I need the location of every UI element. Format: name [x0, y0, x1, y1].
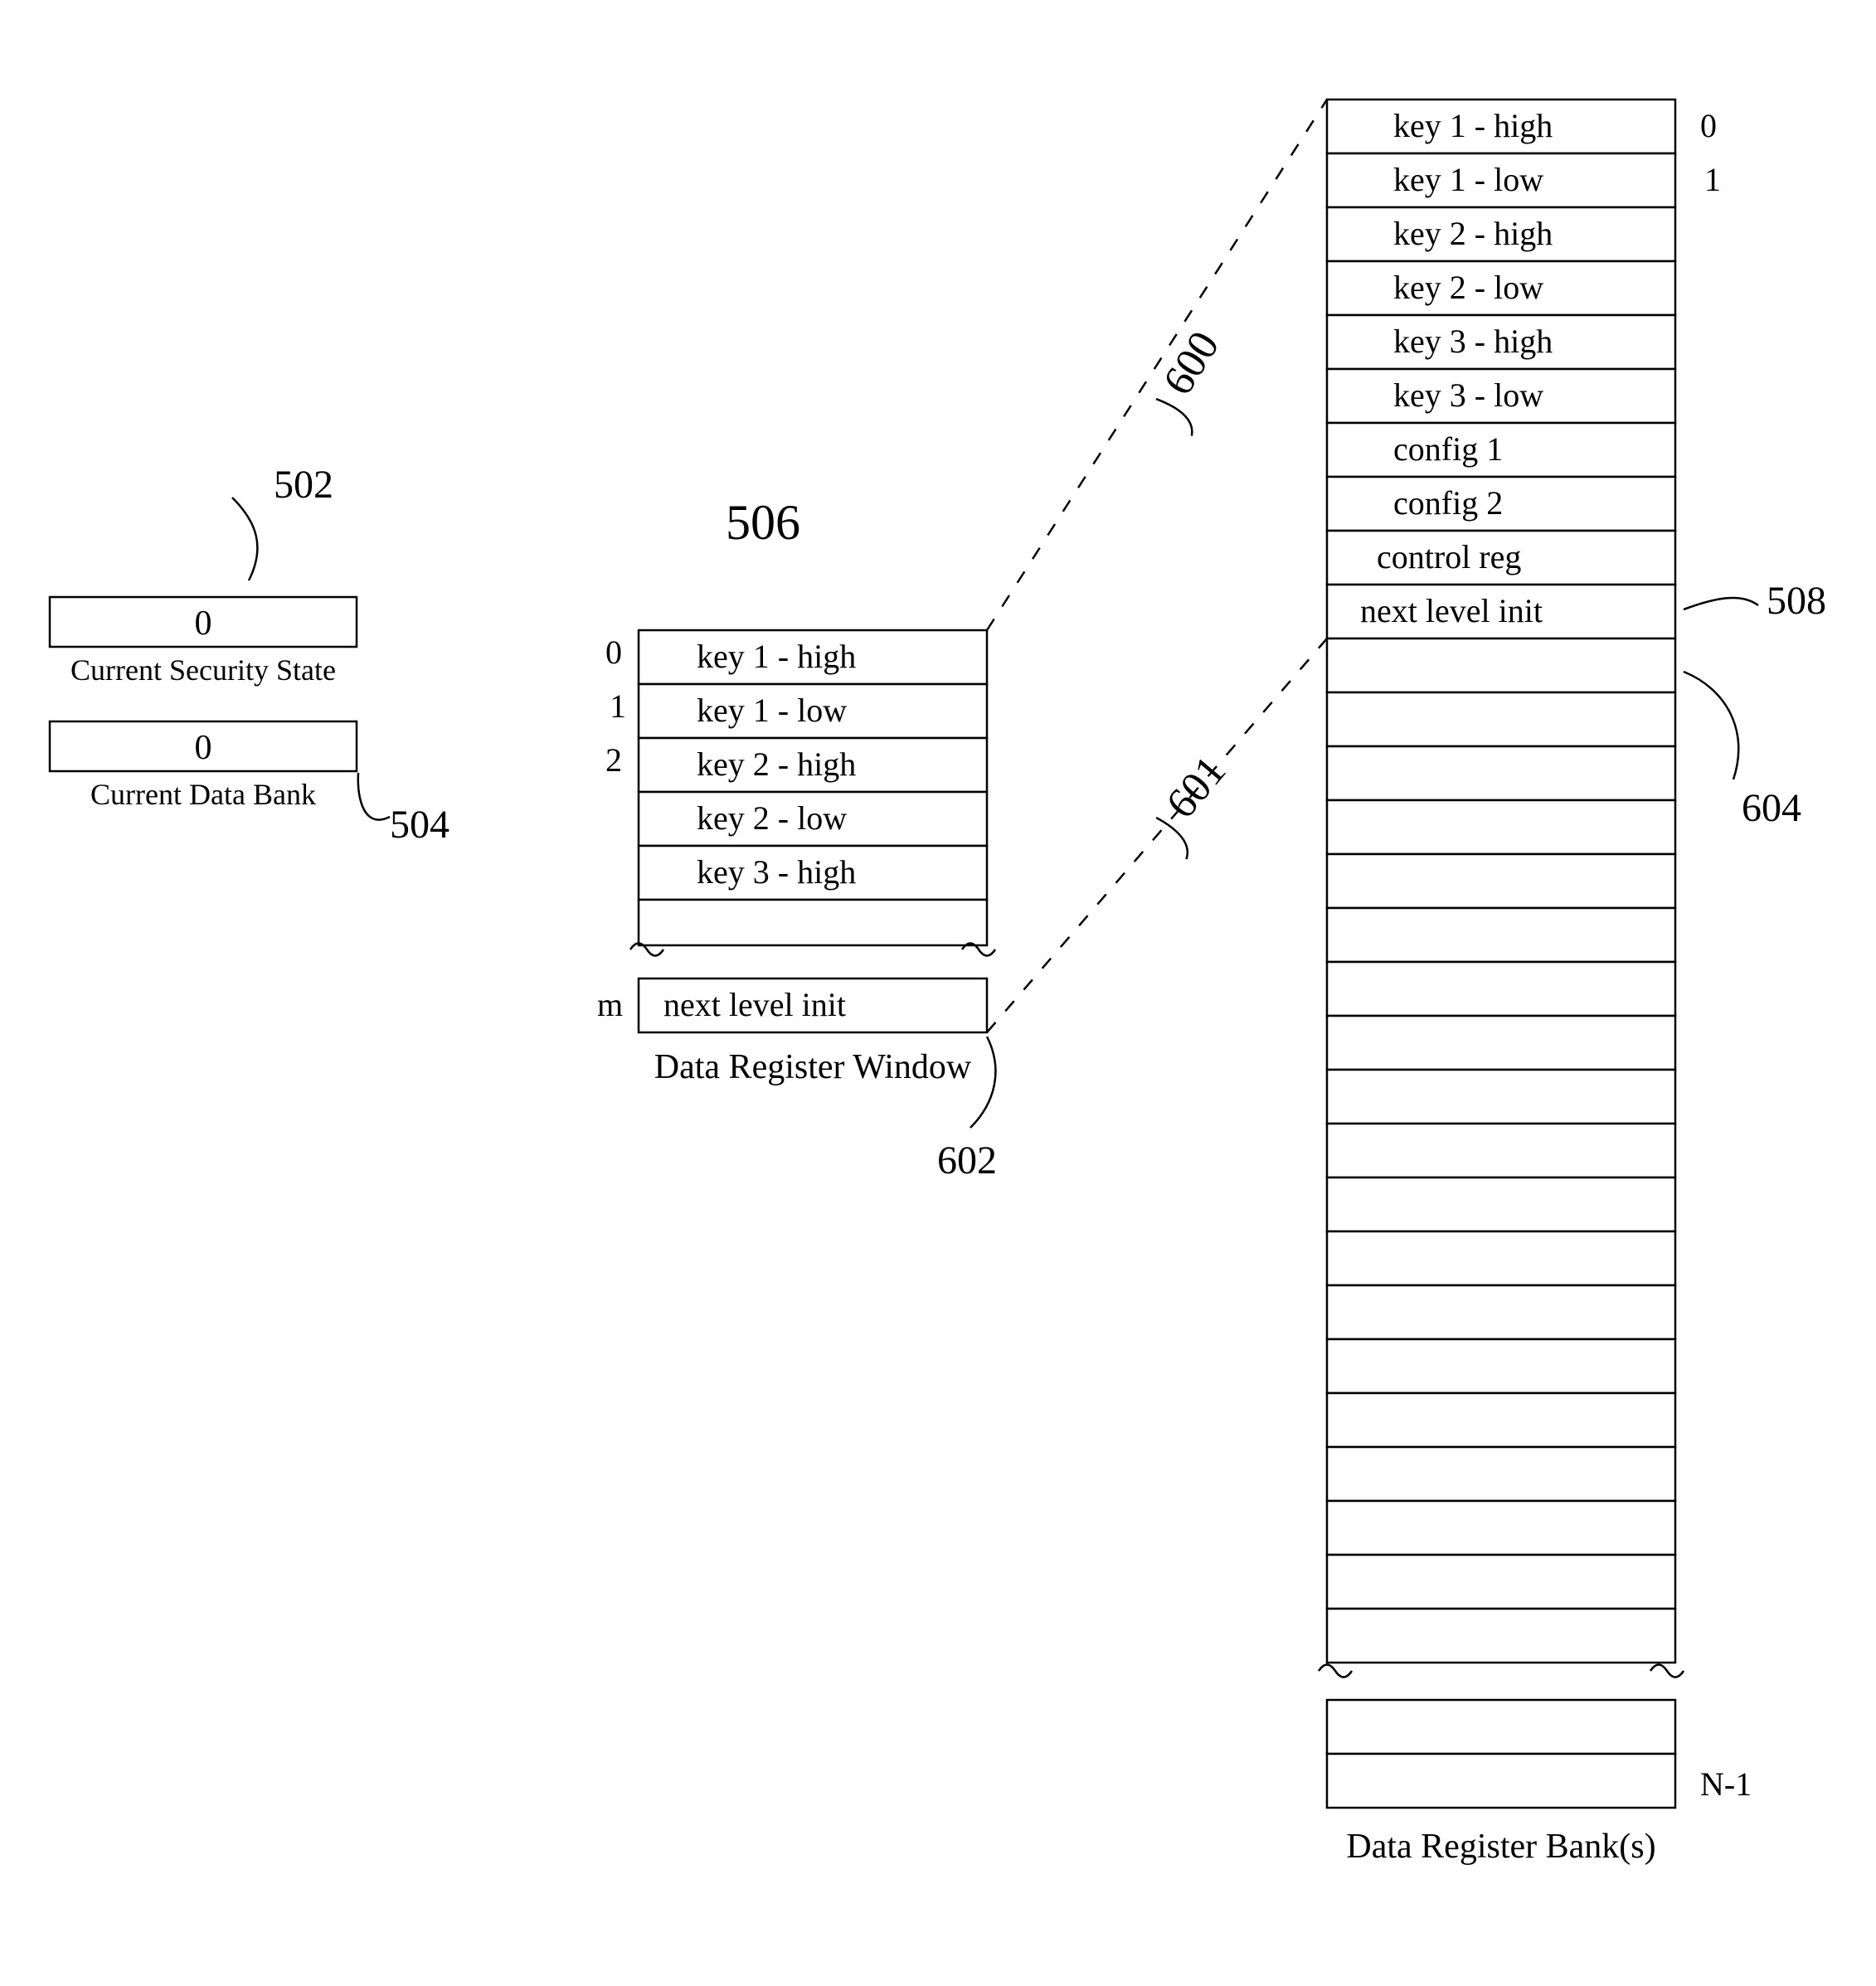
callout-502: [232, 498, 257, 580]
break-mark-bank-right: [1650, 1665, 1684, 1678]
window-row-3-text: key 2 - low: [697, 799, 847, 837]
window-row-1-text: key 1 - low: [697, 692, 847, 729]
bank-row-1-text: key 1 - low: [1393, 161, 1543, 198]
bank-row-empty: [1327, 1178, 1675, 1231]
bank-row-empty: [1327, 1501, 1675, 1555]
ref-600: 600: [1154, 323, 1229, 403]
bank-row-2-text: key 2 - high: [1393, 215, 1553, 252]
bank-caption: Data Register Bank(s): [1346, 1828, 1655, 1866]
bank-row-empty: [1327, 1393, 1675, 1447]
window-caption: Data Register Window: [654, 1048, 972, 1086]
window-row-2-text: key 2 - high: [697, 745, 856, 783]
bank-index-0: 0: [1700, 107, 1717, 144]
callout-604: [1684, 672, 1738, 779]
bank-row-3-text: key 2 - low: [1393, 269, 1543, 306]
mapping-line-top: [987, 100, 1327, 630]
bank-row-empty: [1327, 1447, 1675, 1501]
bank-row-empty: [1327, 1124, 1675, 1178]
bank-row-6-text: config 1: [1393, 430, 1503, 468]
data-register-bank: key 1 - high key 1 - low key 2 - high ke…: [1319, 100, 1752, 1866]
data-register-window: 506 key 1 - high key 1 - low key 2 - hig…: [597, 495, 997, 1182]
bank-row-4-text: key 3 - high: [1393, 323, 1553, 360]
bank-row-empty: [1327, 908, 1675, 962]
security-state-value: 0: [195, 605, 212, 643]
bank-row-empty: [1327, 1339, 1675, 1393]
window-row-blank: [639, 900, 987, 945]
current-data-bank-group: 0 Current Data Bank: [50, 721, 357, 811]
bank-row-empty: [1327, 1016, 1675, 1070]
bank-row-empty: [1327, 1555, 1675, 1609]
data-bank-label: Current Data Bank: [90, 778, 316, 811]
bank-row-5-text: key 3 - low: [1393, 376, 1543, 414]
security-state-label: Current Security State: [70, 653, 336, 687]
window-row-4-text: key 3 - high: [697, 853, 856, 891]
bank-row-empty: [1327, 962, 1675, 1016]
window-index-1: 1: [610, 687, 626, 725]
mapping-line-bottom: [987, 639, 1327, 1032]
bank-row-final-1: [1327, 1700, 1675, 1754]
bank-row-0-text: key 1 - high: [1393, 107, 1553, 144]
bank-row-empty: [1327, 1231, 1675, 1285]
bank-row-9-text: next level init: [1360, 592, 1543, 629]
ref-601: 601: [1158, 747, 1236, 827]
callout-504: [358, 773, 390, 820]
window-index-2: 2: [605, 741, 622, 779]
window-row-0-text: key 1 - high: [697, 638, 856, 675]
bank-row-empty: [1327, 692, 1675, 746]
bank-index-1: 1: [1704, 161, 1721, 198]
callout-602: [970, 1037, 995, 1128]
current-security-state-group: 0 Current Security State: [50, 597, 357, 687]
bank-row-empty: [1327, 800, 1675, 854]
data-bank-value: 0: [195, 729, 212, 767]
ref-506: 506: [726, 495, 800, 550]
ref-502: 502: [274, 463, 333, 507]
window-index-0: 0: [605, 634, 622, 671]
ref-602: 602: [937, 1139, 997, 1182]
bank-row-empty: [1327, 854, 1675, 908]
ref-508: 508: [1767, 579, 1826, 623]
bank-row-empty: [1327, 639, 1675, 692]
callout-508: [1684, 598, 1758, 609]
window-index-m: m: [597, 986, 623, 1023]
bank-row-empty: [1327, 1070, 1675, 1124]
window-row-m-text: next level init: [663, 986, 846, 1023]
bank-row-7-text: config 2: [1393, 484, 1503, 522]
bank-row-empty: [1327, 1285, 1675, 1339]
bank-row-8-text: control reg: [1377, 538, 1521, 575]
bank-row-empty: [1327, 746, 1675, 800]
bank-row-empty: [1327, 1609, 1675, 1663]
ref-504: 504: [390, 803, 450, 847]
bank-index-n: N-1: [1700, 1765, 1752, 1803]
break-mark-bank-left: [1319, 1665, 1352, 1678]
ref-604: 604: [1742, 786, 1801, 830]
bank-row-final-2: [1327, 1754, 1675, 1808]
